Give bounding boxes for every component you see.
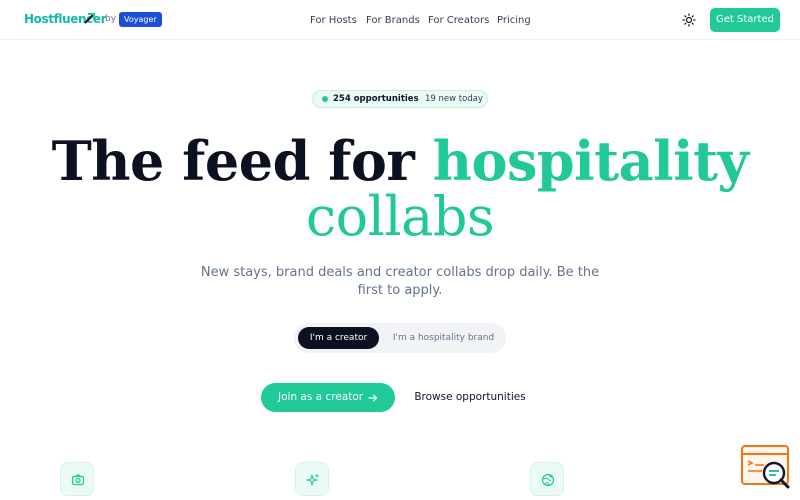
join-button-label: Join as a creator (278, 391, 364, 403)
nav-link-pricing[interactable]: Pricing (497, 15, 531, 26)
by-label: by (105, 14, 117, 24)
hero-title-accent: hospitality (432, 129, 749, 193)
opportunities-count: 254 opportunities (333, 94, 419, 104)
hero-title-line-2: collabs (0, 190, 800, 244)
live-status-dot (322, 96, 328, 102)
page: Hostfluencer by Voyager For Hosts For Br… (0, 0, 800, 500)
feature-tile-sparkles (295, 462, 329, 496)
camera-icon (71, 474, 85, 486)
hospitality-brand-option[interactable]: I'm a hospitality brand (386, 327, 501, 349)
creator-option[interactable]: I'm a creator (298, 327, 379, 349)
hero-title-dark: The feed for (51, 129, 415, 193)
hero-title-accent-2: collabs (305, 185, 495, 248)
logo-arrow-icon (84, 13, 95, 24)
nav-link-for-hosts[interactable]: For Hosts (310, 15, 357, 26)
top-navigation-bar: Hostfluencer by Voyager For Hosts For Br… (0, 0, 800, 40)
feature-tile-camera (60, 462, 94, 496)
new-today-count: 19 new today (425, 94, 483, 104)
feature-tile-globe (530, 462, 564, 496)
opportunities-stats-pill: 254 opportunities 19 new today (312, 90, 488, 108)
globe-icon (541, 473, 555, 487)
arrow-right-icon (368, 394, 378, 402)
pill-separator: · (415, 93, 418, 102)
sun-icon[interactable] (682, 13, 696, 27)
partner-badge[interactable]: Voyager (119, 12, 162, 27)
nav-link-for-brands[interactable]: For Brands (366, 15, 420, 26)
hero-subtitle: New stays, brand deals and creator colla… (200, 265, 600, 298)
audience-toggle: I'm a creator I'm a hospitality brand (294, 323, 506, 353)
hero-title-line-1: The feed for hospitality (0, 134, 800, 188)
browse-opportunities-link[interactable]: Browse opportunities (405, 391, 535, 403)
join-as-creator-button[interactable]: Join as a creator (261, 383, 395, 412)
nav-link-for-creators[interactable]: For Creators (428, 15, 489, 26)
get-started-button[interactable]: Get Started (710, 8, 780, 32)
feedback-widget-icon[interactable] (740, 444, 792, 490)
sparkles-icon (306, 474, 319, 486)
